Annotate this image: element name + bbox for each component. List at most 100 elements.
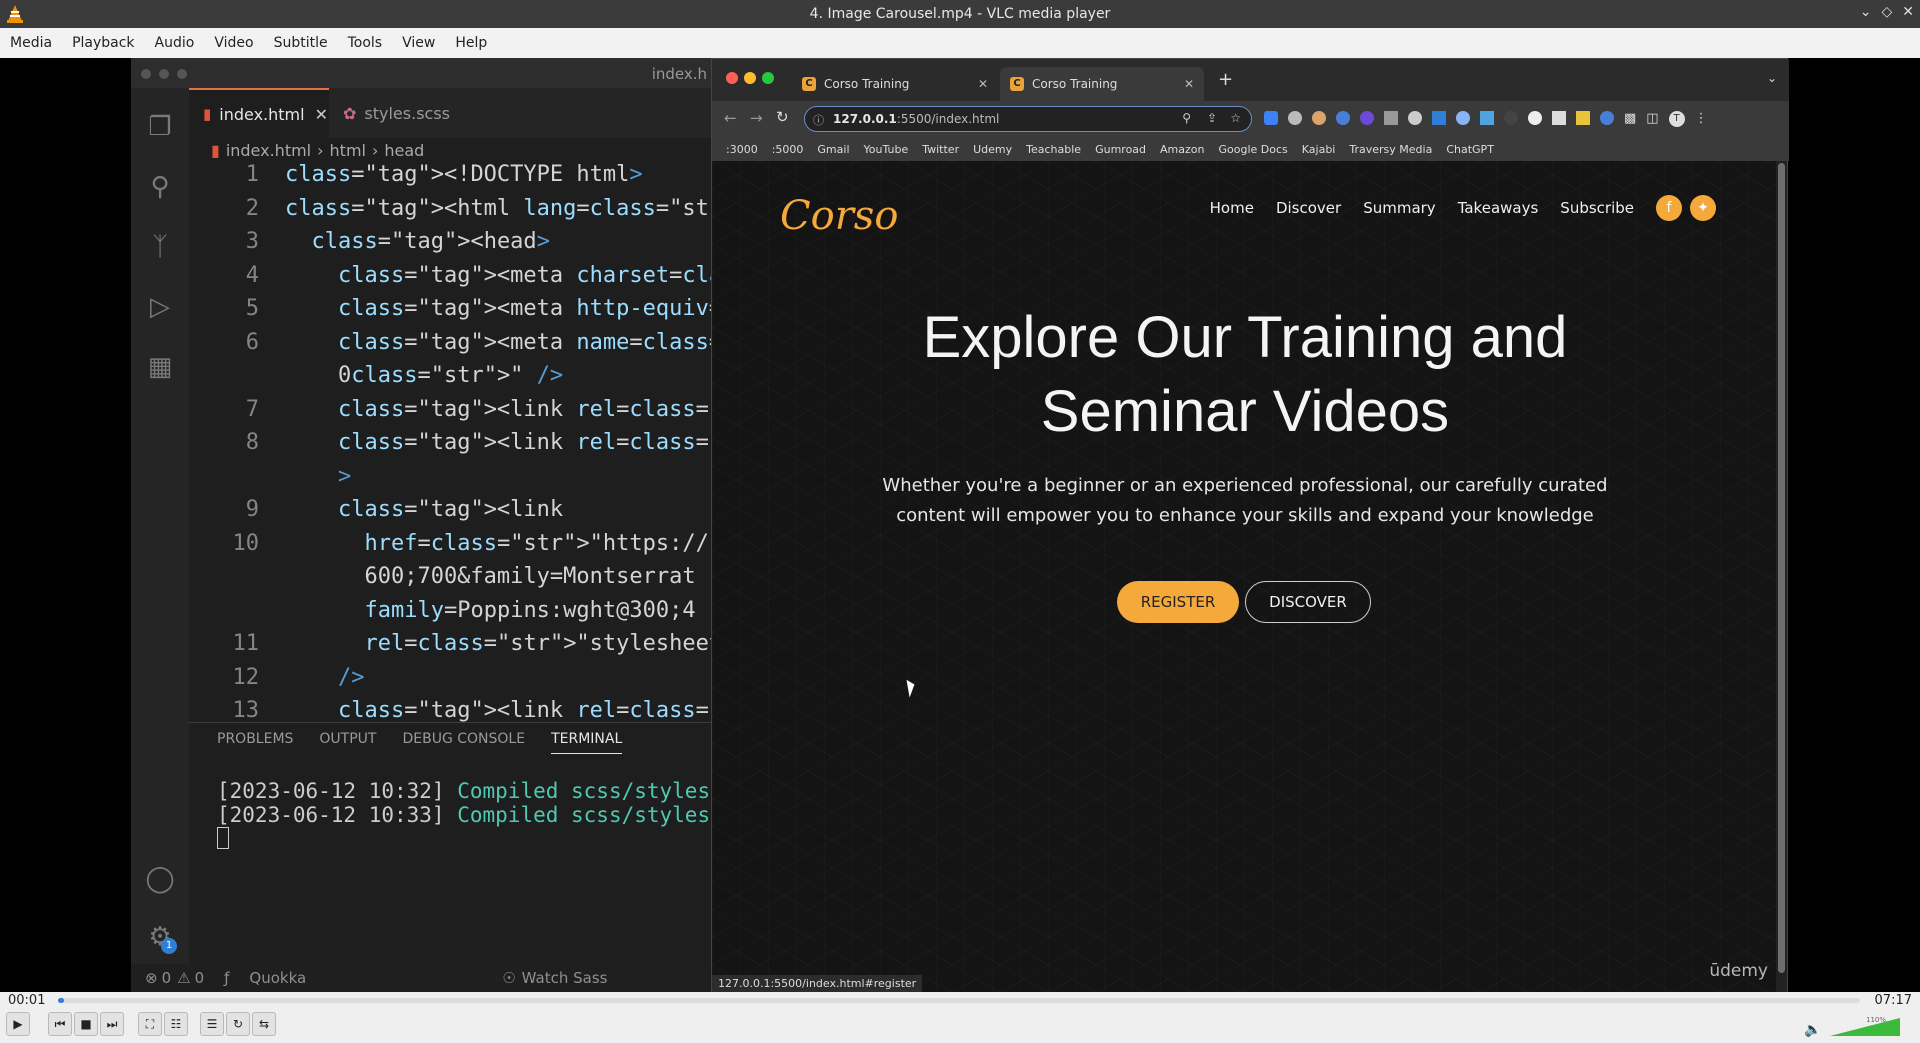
extension-icon[interactable] <box>1576 111 1590 125</box>
quokka-status[interactable]: Quokka <box>249 969 306 987</box>
bookmark-5000[interactable]: :5000 <box>772 143 804 156</box>
bookmark-twitter[interactable]: Twitter <box>922 143 959 156</box>
settings-gear-icon[interactable]: ⚙ 1 <box>145 922 177 954</box>
facebook-icon[interactable]: f <box>1656 195 1682 221</box>
extension-icon[interactable] <box>1456 111 1470 125</box>
extension-icon[interactable] <box>1480 111 1494 125</box>
explorer-icon[interactable]: ❐ <box>145 112 175 142</box>
source-control-icon[interactable]: ᛉ <box>145 232 175 262</box>
extension-icon[interactable] <box>1384 111 1398 125</box>
extended-settings-button[interactable]: ☷ <box>164 1012 188 1036</box>
nav-summary[interactable]: Summary <box>1363 199 1436 217</box>
nav-takeaways[interactable]: Takeaways <box>1458 199 1539 217</box>
next-button[interactable]: ⏭ <box>100 1012 124 1036</box>
error-icon[interactable]: ⊗ <box>145 969 158 987</box>
close-tab-icon[interactable]: ✕ <box>978 77 988 91</box>
maximize-icon[interactable]: ◇ <box>1881 4 1892 20</box>
share-icon[interactable]: ⇪ <box>1207 111 1217 125</box>
forward-icon[interactable]: → <box>750 109 763 127</box>
account-icon[interactable]: ◯ <box>145 864 175 894</box>
fullscreen-button[interactable]: ⛶ <box>138 1012 162 1036</box>
zoom-icon[interactable]: ⚲ <box>1182 111 1191 125</box>
volume-slider[interactable]: 🔈 110% <box>1804 1014 1904 1038</box>
reload-icon[interactable]: ↻ <box>776 108 789 126</box>
menu-help[interactable]: Help <box>445 35 497 51</box>
close-tab-icon[interactable]: ✕ <box>315 105 328 124</box>
extension-icon[interactable] <box>1432 111 1446 125</box>
site-logo[interactable]: Corso <box>780 193 898 239</box>
register-button[interactable]: REGISTER <box>1117 581 1239 623</box>
bookmark-udemy[interactable]: Udemy <box>973 143 1012 156</box>
tab-output[interactable]: OUTPUT <box>319 731 376 754</box>
extension-icon[interactable] <box>1600 111 1614 125</box>
code-editor[interactable]: 1 class="tag"><!DOCTYPE html> 2 class="tag"… <box>189 162 712 722</box>
tab-problems[interactable]: PROBLEMS <box>217 731 293 754</box>
close-tab-icon[interactable]: ✕ <box>1184 77 1194 91</box>
tab-terminal[interactable]: TERMINAL <box>551 731 623 754</box>
menu-view[interactable]: View <box>392 35 445 51</box>
extension-icon[interactable] <box>1408 111 1422 125</box>
bookmark-chatgpt[interactable]: ChatGPT <box>1446 143 1494 156</box>
stop-button[interactable]: ■ <box>74 1012 98 1036</box>
more-menu-icon[interactable]: ⋮ <box>1695 111 1708 127</box>
bookmark-gumroad[interactable]: Gumroad <box>1095 143 1146 156</box>
breadcrumb-html[interactable]: html <box>330 141 366 160</box>
menu-playback[interactable]: Playback <box>62 35 144 51</box>
menu-video[interactable]: Video <box>204 35 263 51</box>
menu-tools[interactable]: Tools <box>338 35 393 51</box>
terminal-output[interactable]: [2023-06-12 10:32] Compiled scss/styles … <box>217 779 710 854</box>
scrollbar-thumb[interactable] <box>1778 163 1785 973</box>
seek-slider[interactable] <box>58 998 1860 1003</box>
menu-media[interactable]: Media <box>0 35 62 51</box>
extensions-icon[interactable]: ▦ <box>145 352 175 382</box>
back-icon[interactable]: ← <box>724 109 737 127</box>
tab-debug-console[interactable]: DEBUG CONSOLE <box>402 731 525 754</box>
side-panel-icon[interactable]: ◫ <box>1646 111 1658 127</box>
address-bar[interactable]: ⓘ 127.0.0.1:5500/index.html ⚲ ⇪ ☆ <box>804 106 1252 132</box>
discover-button[interactable]: DISCOVER <box>1245 581 1371 623</box>
site-info-icon[interactable]: ⓘ <box>813 112 824 128</box>
extensions-puzzle-icon[interactable]: ▩ <box>1624 111 1636 127</box>
loop-button[interactable]: ↻ <box>226 1012 250 1036</box>
search-icon[interactable]: ⚲ <box>145 172 175 202</box>
bookmark-kajabi[interactable]: Kajabi <box>1302 143 1336 156</box>
bookmark-3000[interactable]: :3000 <box>726 143 758 156</box>
profile-avatar[interactable]: T <box>1668 111 1685 127</box>
playlist-button[interactable]: ☰ <box>200 1012 224 1036</box>
minimize-window-icon[interactable] <box>744 72 756 84</box>
nav-home[interactable]: Home <box>1210 199 1254 217</box>
page-scrollbar[interactable] <box>1776 161 1787 993</box>
extension-icon[interactable] <box>1528 111 1542 125</box>
breadcrumb-head[interactable]: head <box>384 141 424 160</box>
bookmark-gmail[interactable]: Gmail <box>817 143 849 156</box>
extension-icon[interactable] <box>1552 111 1566 125</box>
extension-icon[interactable] <box>1288 111 1302 125</box>
bookmark-amazon[interactable]: Amazon <box>1160 143 1204 156</box>
extension-icon[interactable] <box>1264 111 1278 125</box>
extension-icon[interactable] <box>1504 111 1518 125</box>
play-button[interactable]: ▶ <box>6 1012 30 1036</box>
extension-icon[interactable] <box>1360 111 1374 125</box>
bookmark-google-docs[interactable]: Google Docs <box>1219 143 1288 156</box>
browser-tab-active[interactable]: C Corso Training ✕ <box>1000 67 1204 101</box>
extension-icon[interactable] <box>1312 111 1326 125</box>
browser-tab[interactable]: C Corso Training ✕ <box>792 67 998 101</box>
new-tab-icon[interactable]: + <box>1218 69 1233 90</box>
watch-sass-button[interactable]: Watch Sass <box>522 969 608 987</box>
tab-index-html[interactable]: ▮ index.html ✕ <box>189 88 329 138</box>
previous-button[interactable]: ⏮ <box>48 1012 72 1036</box>
menu-subtitle[interactable]: Subtitle <box>264 35 338 51</box>
breadcrumb-file[interactable]: index.html <box>226 141 311 160</box>
run-debug-icon[interactable]: ▷ <box>145 292 175 322</box>
minimize-icon[interactable]: ⌄ <box>1860 4 1872 20</box>
bookmark-star-icon[interactable]: ☆ <box>1230 111 1241 125</box>
close-window-icon[interactable] <box>726 72 738 84</box>
extension-icon[interactable] <box>1336 111 1350 125</box>
bookmark-youtube[interactable]: YouTube <box>864 143 909 156</box>
warning-icon[interactable]: ⚠ <box>177 969 190 987</box>
twitter-icon[interactable]: ✦ <box>1690 195 1716 221</box>
tab-styles-scss[interactable]: ✿ styles.scss <box>329 88 479 138</box>
shuffle-button[interactable]: ⇆ <box>252 1012 276 1036</box>
menu-audio[interactable]: Audio <box>145 35 205 51</box>
tab-search-icon[interactable]: ⌄ <box>1767 71 1777 85</box>
